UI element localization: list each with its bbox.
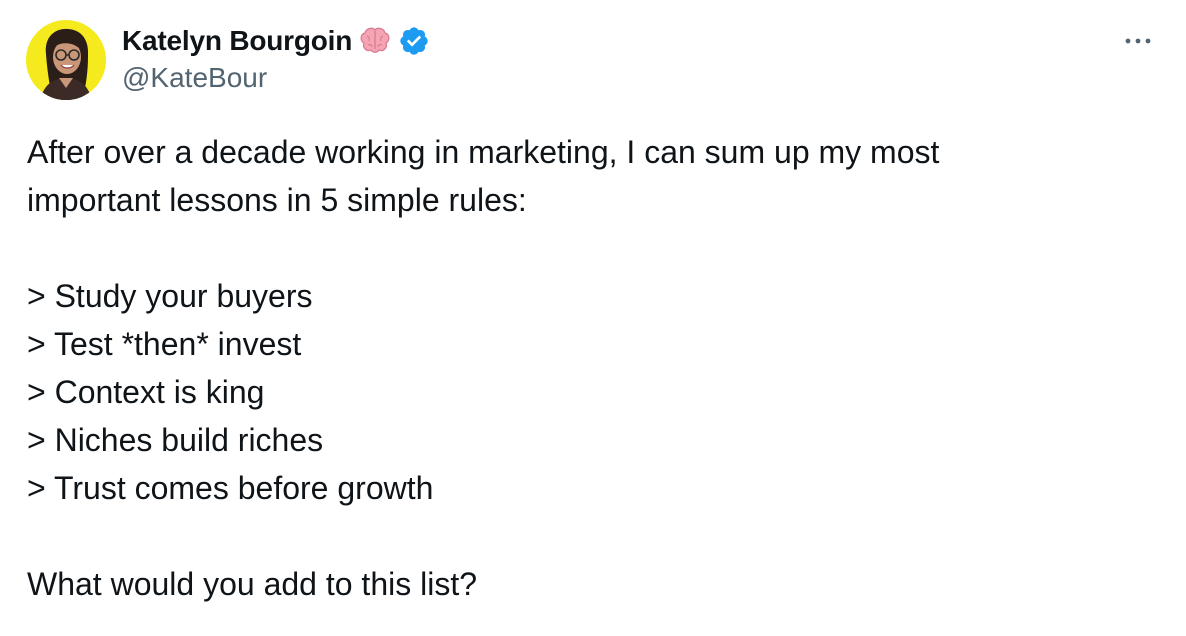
author-display-name[interactable]: Katelyn Bourgoin: [122, 25, 352, 57]
brain-emoji-icon: [358, 25, 392, 57]
author-avatar[interactable]: [26, 20, 106, 100]
author-handle[interactable]: @KateBour: [122, 62, 267, 94]
tweet-intro-line-2: important lessons in 5 simple rules:: [27, 182, 527, 218]
verified-badge-icon[interactable]: [398, 25, 430, 57]
more-options-button[interactable]: [1118, 26, 1158, 56]
tweet-text: After over a decade working in marketing…: [27, 128, 1147, 608]
more-options-icon: [1125, 38, 1151, 44]
rule-item: > Context is king: [27, 374, 265, 410]
rule-item: > Trust comes before growth: [27, 470, 434, 506]
rule-item: > Niches build riches: [27, 422, 324, 458]
tweet-intro-line-1: After over a decade working in marketing…: [27, 134, 940, 170]
avatar-image: [26, 20, 106, 100]
rule-item: > Study your buyers: [27, 278, 313, 314]
author-name-row: Katelyn Bourgoin: [122, 22, 430, 60]
tweet-card: Katelyn Bourgoin @KateBour After over a …: [0, 0, 1186, 636]
tweet-closing-question: What would you add to this list?: [27, 566, 478, 602]
rule-item: > Test *then* invest: [27, 326, 302, 362]
